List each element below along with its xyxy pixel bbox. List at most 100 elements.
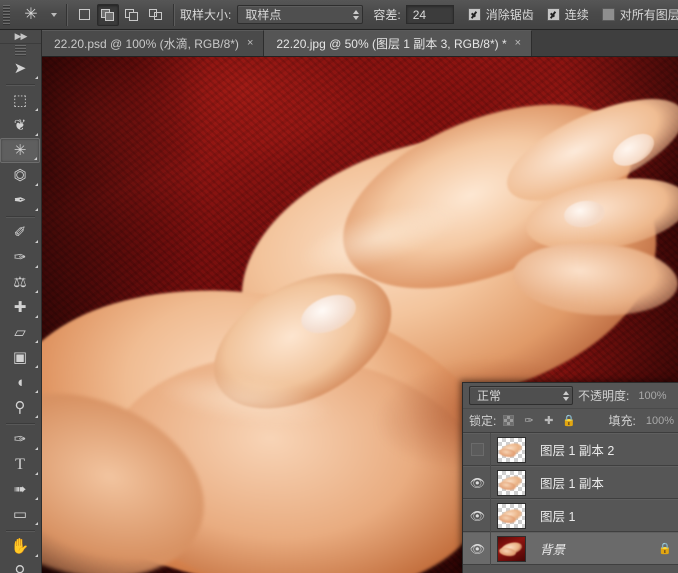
tool-crop[interactable]: ⏣ [0, 163, 40, 188]
divider [6, 530, 35, 531]
blend-mode-select[interactable]: 正常 [469, 386, 573, 405]
tool-move[interactable]: ➤ [0, 56, 40, 81]
tool-zoom[interactable]: ⚲ [0, 559, 40, 573]
sample-size-select[interactable]: 取样点 [237, 5, 364, 24]
table-row[interactable]: 👁 背景 🔒 [463, 532, 678, 565]
options-bar: ✳ 取样大小: 取样点 容差: 24 消除锯齿 连续 对所有图层 [0, 0, 678, 30]
checkbox-unchecked-icon [601, 8, 615, 21]
photoshop-window: ✳ 取样大小: 取样点 容差: 24 消除锯齿 连续 对所有图层 22.20.p… [0, 0, 678, 573]
divider [6, 216, 35, 217]
table-row[interactable]: 👁 图层 1 副本 [463, 466, 678, 499]
layer-name[interactable]: 图层 1 [531, 506, 652, 525]
add-to-selection-button[interactable] [97, 3, 119, 26]
lock-label: 锁定: [469, 414, 497, 428]
blend-mode-value: 正常 [477, 389, 502, 403]
eye-icon: 👁 [469, 541, 486, 556]
document-tab-bar: 22.20.psd @ 100% (水滴, RGB/8*) × 22.20.jp… [42, 30, 678, 57]
tolerance-label: 容差: [373, 8, 401, 22]
eye-off-icon [471, 443, 484, 456]
contiguous-checkbox[interactable]: 连续 [546, 6, 589, 23]
tab-label: 22.20.jpg @ 50% (图层 1 副本 3, RGB/8*) * [276, 37, 507, 51]
options-bar-grip[interactable] [0, 0, 12, 30]
layer-visibility-toggle[interactable] [465, 433, 491, 466]
tool-healing-brush[interactable]: ✐ [0, 220, 40, 245]
layer-visibility-toggle[interactable]: 👁 [465, 466, 491, 499]
close-icon[interactable]: × [515, 38, 521, 49]
divider [6, 423, 35, 424]
layers-panel-blend-row: 正常 不透明度: 100% [463, 383, 678, 409]
layer-name[interactable]: 图层 1 副本 [531, 473, 652, 492]
fill-value[interactable]: 100% [642, 415, 674, 427]
layer-name[interactable]: 背景 [531, 539, 652, 558]
layer-visibility-toggle[interactable]: 👁 [465, 532, 491, 565]
tool-dodge[interactable]: ⚲ [0, 395, 40, 420]
tool-history-brush[interactable]: ✚ [0, 295, 40, 320]
opacity-value[interactable]: 100% [634, 390, 666, 402]
tool-magic-wand[interactable]: ✳ [0, 138, 40, 163]
tool-gradient[interactable]: ▣ [0, 345, 40, 370]
tool-blur[interactable]: ◖ [0, 370, 40, 395]
layer-thumbnail-cell[interactable] [491, 532, 531, 565]
tool-eyedropper[interactable]: ✒ [0, 188, 40, 213]
tool-rectangle-shape[interactable]: ▭ [0, 502, 40, 527]
layer-thumbnail [496, 436, 526, 463]
layer-thumbnail [496, 469, 526, 496]
contiguous-label: 连续 [564, 8, 589, 22]
tool-clone-stamp[interactable]: ⚖ [0, 270, 40, 295]
layer-thumbnail-cell[interactable] [491, 466, 531, 499]
tab-22-20-psd[interactable]: 22.20.psd @ 100% (水滴, RGB/8*) × [42, 30, 265, 56]
eye-icon: 👁 [469, 508, 486, 523]
magic-wand-icon: ✳ [24, 5, 38, 23]
lock-position-icon[interactable]: ✚ [542, 414, 555, 427]
intersect-selection-button[interactable] [145, 4, 167, 26]
layers-panel: 正常 不透明度: 100% 锁定: ✑ ✚ 🔒 填充: 100% 图层 1 副本… [462, 382, 678, 573]
divider [173, 3, 174, 26]
lock-icon: 🔒 [658, 543, 672, 555]
toolbox-collapse-button[interactable]: ▶▶ [0, 30, 41, 44]
subtract-from-selection-button[interactable] [121, 4, 143, 26]
new-selection-icon [78, 9, 90, 20]
new-selection-button[interactable] [73, 4, 95, 26]
toolbox: ▶▶ ➤ ⬚ ❦ ✳ ⏣ ✒ ✐ ✑ ⚖ ✚ ▱ ▣ ◖ ⚲ ✑ T ➠ ▭ ✋… [0, 30, 42, 573]
sample-all-layers-checkbox[interactable]: 对所有图层取 [601, 6, 678, 23]
toolbox-grip[interactable] [0, 44, 41, 56]
tool-lasso[interactable]: ❦ [0, 113, 40, 138]
tool-type[interactable]: T [0, 452, 40, 477]
tolerance-input[interactable]: 24 [405, 5, 454, 24]
checkbox-checked-icon [467, 8, 481, 21]
tool-path-selection[interactable]: ➠ [0, 477, 40, 502]
sample-all-layers-label: 对所有图层取 [619, 8, 678, 22]
tab-22-20-jpg[interactable]: 22.20.jpg @ 50% (图层 1 副本 3, RGB/8*) * × [264, 30, 533, 56]
close-icon[interactable]: × [247, 38, 253, 49]
tool-preset-chevron-down-icon[interactable] [48, 2, 60, 28]
opacity-label: 不透明度: [578, 389, 630, 403]
lock-image-pixels-icon[interactable]: ✑ [522, 414, 535, 427]
add-to-selection-icon [101, 8, 115, 21]
chevron-updown-icon [353, 9, 360, 20]
lock-all-icon[interactable]: 🔒 [562, 414, 576, 427]
tool-pen[interactable]: ✑ [0, 427, 40, 452]
tool-preset-picker[interactable]: ✳ [14, 2, 48, 28]
anti-alias-checkbox[interactable]: 消除锯齿 [467, 6, 534, 23]
table-row[interactable]: 图层 1 副本 2 [463, 433, 678, 466]
layer-name[interactable]: 图层 1 副本 2 [531, 440, 652, 459]
layer-visibility-toggle[interactable]: 👁 [465, 499, 491, 532]
subtract-from-selection-icon [125, 8, 139, 21]
tool-eraser[interactable]: ▱ [0, 320, 40, 345]
divider [6, 84, 35, 85]
layer-thumbnail-cell[interactable] [491, 433, 531, 466]
sample-size-value: 取样点 [245, 8, 282, 22]
checkbox-checked-icon [546, 8, 560, 21]
tool-brush[interactable]: ✑ [0, 245, 40, 270]
lock-transparency-icon[interactable] [502, 414, 515, 427]
table-row[interactable]: 👁 图层 1 [463, 499, 678, 532]
sample-size-label: 取样大小: [180, 8, 232, 22]
tab-label: 22.20.psd @ 100% (水滴, RGB/8*) [54, 37, 239, 51]
tool-hand[interactable]: ✋ [0, 534, 40, 559]
layer-thumbnail-cell[interactable] [491, 499, 531, 532]
tool-rectangular-marquee[interactable]: ⬚ [0, 88, 40, 113]
intersect-selection-icon [149, 8, 163, 21]
fill-label: 填充: [608, 414, 636, 428]
anti-alias-label: 消除锯齿 [485, 8, 534, 22]
layer-list: 图层 1 副本 2 👁 图层 1 副本 👁 图层 1 👁 背景 🔒 [463, 433, 678, 565]
